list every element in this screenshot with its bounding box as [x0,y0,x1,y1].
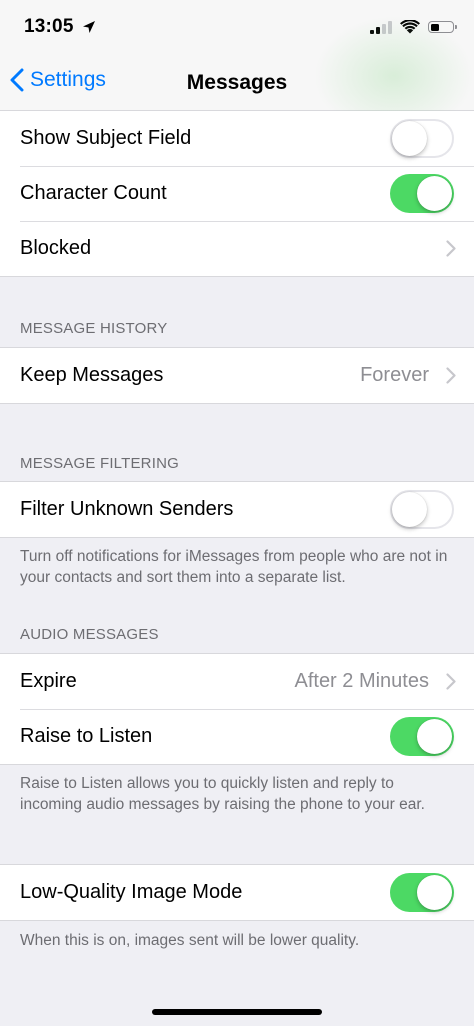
general-settings-group: Show Subject Field Character Count Block… [0,111,474,277]
character-count-label: Character Count [20,182,167,204]
show-subject-field-toggle[interactable] [390,119,454,158]
keep-messages-value: Forever [360,364,429,386]
low-quality-group: Low-Quality Image Mode [0,864,474,921]
navigation-bar: Settings Messages [0,16,474,136]
home-indicator[interactable] [152,1009,322,1015]
message-history-group: Keep Messages Forever [0,347,474,404]
raise-to-listen-toggle[interactable] [390,717,454,756]
audio-messages-footer: Raise to Listen allows you to quickly li… [20,775,425,813]
expire-label: Expire [20,670,77,692]
filter-unknown-senders-toggle[interactable] [390,490,454,529]
message-filtering-footer: Turn off notifications for iMessages fro… [20,548,448,586]
show-subject-field-row: Show Subject Field [0,111,474,166]
message-history-header: MESSAGE HISTORY [20,320,168,337]
message-filtering-header: MESSAGE FILTERING [20,455,179,472]
low-quality-image-mode-toggle[interactable] [390,873,454,912]
expire-value: After 2 Minutes [294,670,429,692]
audio-messages-header: AUDIO MESSAGES [20,626,159,643]
chevron-right-icon [446,240,456,257]
low-quality-image-mode-row: Low-Quality Image Mode [0,865,474,920]
raise-to-listen-label: Raise to Listen [20,725,153,747]
low-quality-footer: When this is on, images sent will be low… [20,932,360,949]
chevron-right-icon [446,673,456,690]
filter-unknown-senders-row: Filter Unknown Senders [0,482,474,537]
keep-messages-row[interactable]: Keep Messages Forever [0,348,474,403]
raise-to-listen-row: Raise to Listen [0,709,474,764]
show-subject-field-label: Show Subject Field [20,127,192,149]
status-time: 13:05 [24,16,74,37]
message-filtering-group: Filter Unknown Senders [0,481,474,538]
chevron-right-icon [446,367,456,384]
character-count-row: Character Count [0,166,474,221]
blocked-label: Blocked [20,237,92,259]
keep-messages-label: Keep Messages [20,364,164,386]
low-quality-image-mode-label: Low-Quality Image Mode [20,881,243,903]
page-title: Messages [186,71,288,94]
audio-messages-group: Expire After 2 Minutes Raise to Listen [0,653,474,765]
expire-row[interactable]: Expire After 2 Minutes [0,654,474,709]
location-arrow-icon [83,21,95,33]
filter-unknown-senders-label: Filter Unknown Senders [20,498,234,520]
blocked-row[interactable]: Blocked [0,221,474,276]
character-count-toggle[interactable] [390,174,454,213]
